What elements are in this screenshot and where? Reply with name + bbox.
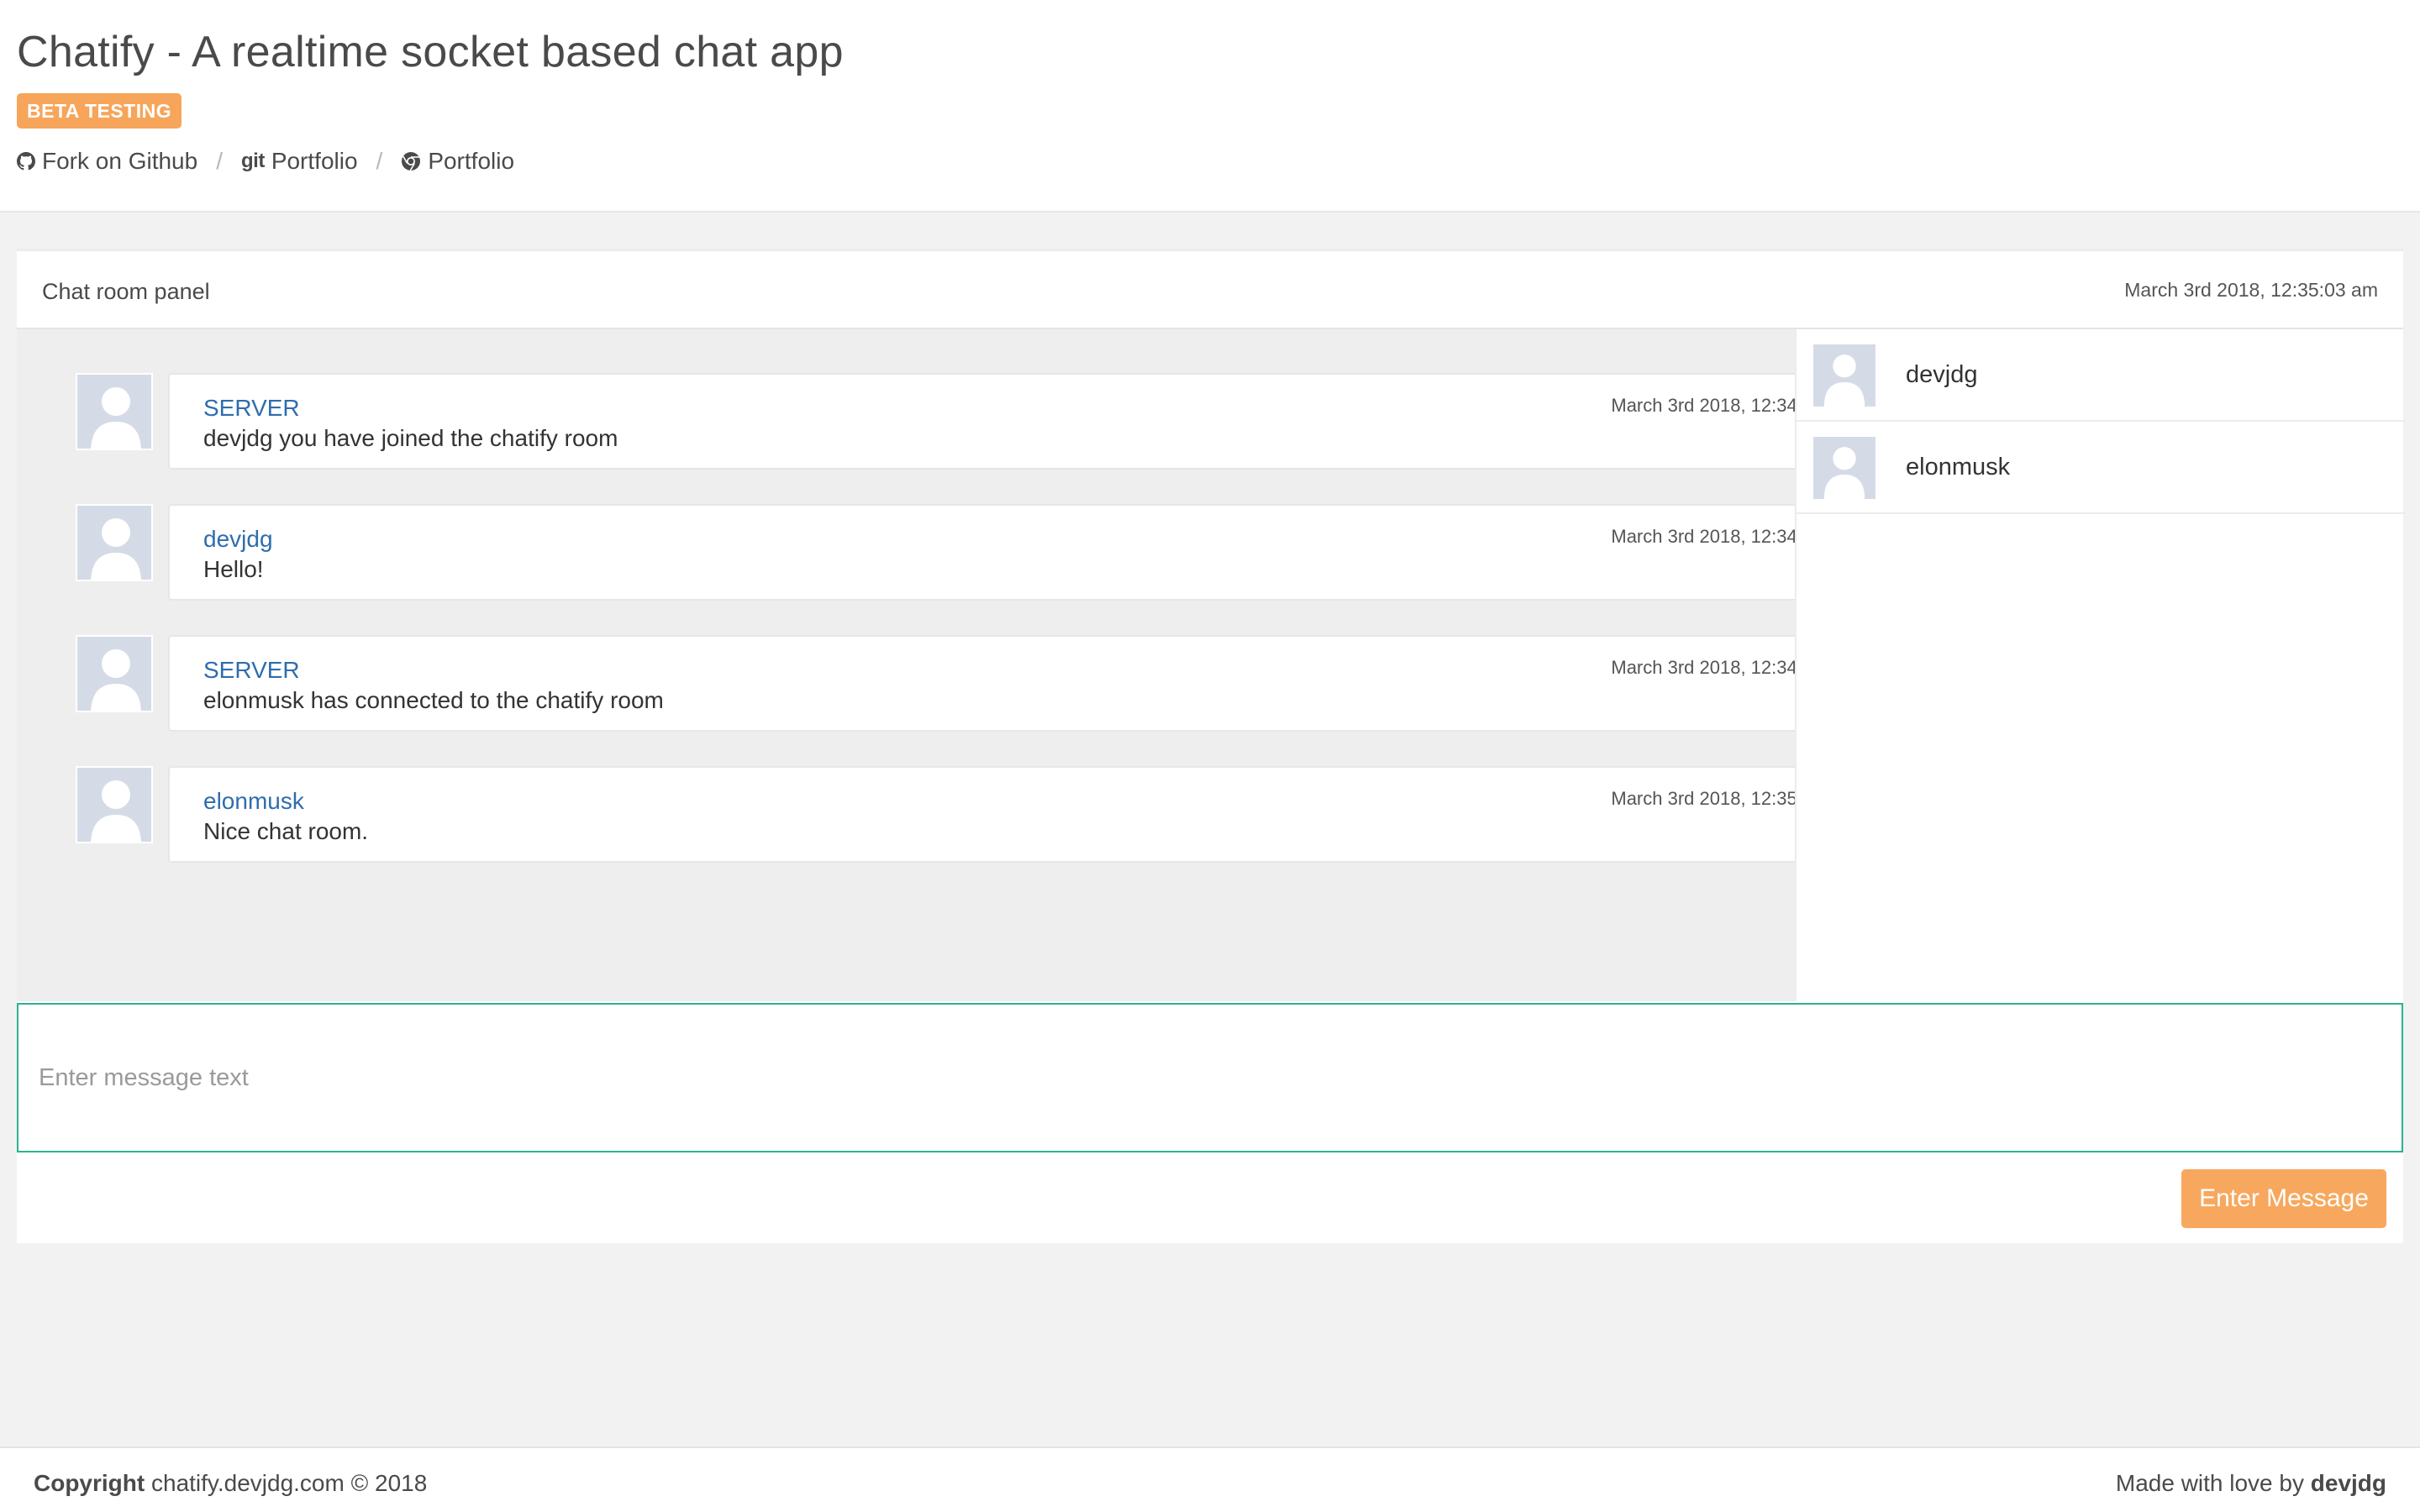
git-portfolio-link[interactable]: git Portfolio: [241, 148, 358, 175]
github-icon: [17, 152, 35, 171]
footer: Copyright chatify.devjdg.com © 2018 Made…: [0, 1446, 2420, 1512]
panel-heading: Chat room panel March 3rd 2018, 12:35:03…: [17, 251, 2403, 329]
message-input[interactable]: [17, 1003, 2403, 1152]
message-text: devjdg you have joined the chatify room: [203, 425, 618, 451]
breadcrumb-separator: /: [376, 148, 383, 174]
online-users-list: devjdg elonmusk: [1795, 329, 2405, 1001]
portfolio-link-label: Portfolio: [428, 148, 515, 174]
message-text: Hello!: [203, 556, 264, 582]
breadcrumb-separator: /: [216, 148, 223, 174]
user-name: elonmusk: [1906, 454, 2011, 480]
user-list-item[interactable]: devjdg: [1797, 329, 2405, 422]
user-avatar-icon: [76, 504, 153, 581]
message-bubble: SERVER March 3rd 2018, 12:34:01 am devjd…: [168, 373, 1889, 470]
github-link-label: Fork on Github: [42, 148, 198, 174]
page-title: Chatify - A realtime socket based chat a…: [17, 28, 844, 76]
made-with-text: Made with love by: [2115, 1470, 2304, 1496]
message-text: elonmusk has connected to the chatify ro…: [203, 687, 664, 713]
panel-timestamp: March 3rd 2018, 12:35:03 am: [2124, 279, 2378, 301]
message-item: SERVER March 3rd 2018, 12:34:56 am elonm…: [76, 635, 1889, 732]
header: Chatify - A realtime socket based chat a…: [0, 0, 2420, 213]
message-username[interactable]: SERVER: [203, 395, 300, 422]
portfolio-link[interactable]: Portfolio: [401, 148, 514, 175]
user-avatar-icon: [76, 766, 153, 843]
git-icon: git: [240, 150, 265, 172]
message-item: SERVER March 3rd 2018, 12:34:01 am devjd…: [76, 373, 1889, 470]
footer-credit: Made with love by devjdg: [2116, 1470, 2386, 1497]
user-avatar-icon: [76, 373, 153, 450]
message-username[interactable]: elonmusk: [203, 788, 304, 815]
message-bubble: elonmusk March 3rd 2018, 12:35:03 am Nic…: [168, 766, 1889, 863]
message-bubble: devjdg March 3rd 2018, 12:34:12 am Hello…: [168, 504, 1889, 601]
message-username[interactable]: devjdg: [203, 526, 273, 553]
user-name: devjdg: [1906, 361, 1978, 388]
breadcrumb: Fork on Github / git Portfolio / Portfol…: [17, 148, 514, 175]
footer-copyright: Copyright chatify.devjdg.com © 2018: [34, 1470, 427, 1497]
message-bubble: SERVER March 3rd 2018, 12:34:56 am elonm…: [168, 635, 1889, 732]
user-avatar-icon: [1813, 344, 1876, 407]
copyright-label: Copyright: [34, 1470, 145, 1496]
message-text: Nice chat room.: [203, 818, 369, 844]
beta-badge: BETA TESTING: [17, 93, 182, 129]
message-list[interactable]: SERVER March 3rd 2018, 12:34:01 am devjd…: [17, 329, 1889, 1001]
user-avatar-icon: [76, 635, 153, 712]
chat-panel: Chat room panel March 3rd 2018, 12:35:03…: [17, 249, 2405, 1243]
chrome-icon: [401, 151, 421, 171]
panel-title: Chat room panel: [42, 279, 210, 304]
message-username[interactable]: SERVER: [203, 657, 300, 684]
user-avatar-icon: [1813, 437, 1876, 499]
message-item: devjdg March 3rd 2018, 12:34:12 am Hello…: [76, 504, 1889, 601]
author-link[interactable]: devjdg: [2311, 1470, 2386, 1496]
message-item: elonmusk March 3rd 2018, 12:35:03 am Nic…: [76, 766, 1889, 863]
user-list-item[interactable]: elonmusk: [1797, 422, 2405, 514]
github-link[interactable]: Fork on Github: [17, 148, 197, 175]
git-portfolio-link-label: Portfolio: [271, 148, 358, 174]
copyright-text: chatify.devjdg.com © 2018: [151, 1470, 428, 1496]
enter-message-button[interactable]: Enter Message: [2181, 1169, 2386, 1228]
